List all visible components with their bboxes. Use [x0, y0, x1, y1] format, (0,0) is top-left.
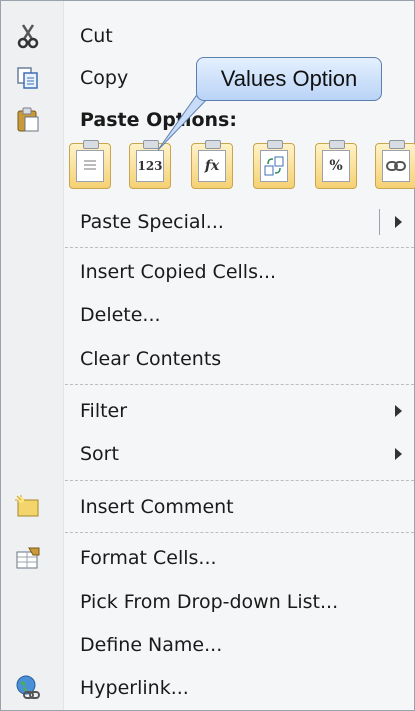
paste-formulas-icon: fx — [198, 150, 226, 182]
transpose-icon — [260, 150, 288, 182]
submenu-arrow-icon[interactable] — [395, 216, 402, 228]
menu-separator — [65, 247, 414, 248]
menu-label-copy: Copy — [80, 67, 129, 89]
menu-item-clear-contents[interactable]: Clear Contents — [1, 338, 414, 380]
menu-item-define-name[interactable]: Define Name... — [1, 624, 414, 666]
menu-item-format-cells[interactable]: Format Cells... — [1, 537, 414, 579]
menu-separator — [65, 532, 414, 533]
paste-link-button[interactable] — [375, 140, 415, 189]
submenu-arrow-icon — [395, 405, 402, 417]
format-cells-icon — [15, 546, 41, 570]
menu-separator — [65, 480, 414, 481]
copy-icon — [15, 66, 41, 90]
menu-label-pick-from-dropdown: Pick From Drop-down List... — [80, 591, 339, 613]
hyperlink-globe-icon — [15, 675, 41, 700]
paste-transpose-button[interactable] — [253, 140, 295, 189]
menu-item-sort[interactable]: Sort — [1, 433, 414, 475]
menu-separator — [65, 384, 414, 385]
menu-label-insert-comment: Insert Comment — [80, 496, 234, 518]
callout-pointer — [157, 95, 210, 151]
menu-label-define-name: Define Name... — [80, 634, 223, 656]
paste-formatting-button[interactable]: % — [315, 140, 357, 189]
menu-item-delete[interactable]: Delete... — [1, 294, 414, 336]
menu-item-filter[interactable]: Filter — [1, 390, 414, 432]
menu-label-insert-copied-cells: Insert Copied Cells... — [80, 261, 277, 283]
menu-label-clear-contents: Clear Contents — [80, 348, 222, 370]
percent-brush-icon: % — [322, 150, 350, 182]
menu-item-pick-from-dropdown[interactable]: Pick From Drop-down List... — [1, 581, 414, 623]
menu-label-cut: Cut — [80, 25, 113, 47]
paste-button[interactable] — [69, 140, 111, 189]
menu-label-hyperlink: Hyperlink... — [80, 677, 189, 699]
menu-label-delete: Delete... — [80, 304, 161, 326]
paste-default-icon — [76, 150, 104, 182]
menu-item-paste-special[interactable]: Paste Special... — [1, 201, 414, 243]
paste-options-buttons: 123 fx % — [69, 139, 415, 195]
clipboard-icon — [15, 107, 41, 132]
menu-label-format-cells: Format Cells... — [80, 547, 217, 569]
menu-label-sort: Sort — [80, 443, 119, 465]
link-icon — [382, 150, 410, 182]
menu-item-insert-comment[interactable]: Insert Comment — [1, 486, 414, 528]
scissors-icon — [15, 24, 41, 49]
menu-item-insert-copied-cells[interactable]: Insert Copied Cells... — [1, 251, 414, 293]
paste-values-icon: 123 — [136, 150, 164, 182]
menu-item-hyperlink[interactable]: Hyperlink... — [1, 667, 414, 709]
menu-label-filter: Filter — [80, 400, 128, 422]
split-divider — [379, 209, 380, 235]
menu-label-paste-special: Paste Special... — [80, 211, 224, 233]
menu-item-cut[interactable]: Cut — [1, 15, 414, 57]
submenu-arrow-icon — [395, 448, 402, 460]
comment-icon — [15, 495, 41, 519]
values-option-callout: Values Option — [196, 57, 382, 101]
